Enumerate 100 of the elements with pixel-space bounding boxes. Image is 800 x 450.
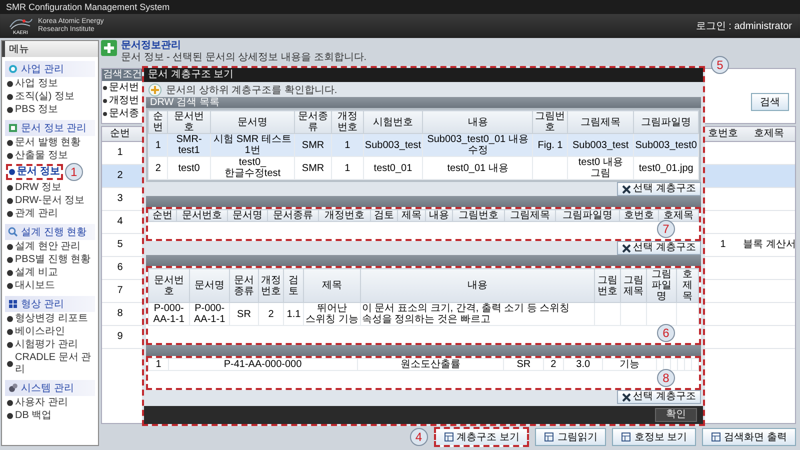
- column-header: 제목: [398, 210, 426, 222]
- column-header: 문서종류: [294, 110, 332, 134]
- select-hierarchy-button[interactable]: 선택 계층구조: [617, 390, 701, 404]
- column-header: 호번호: [619, 210, 659, 222]
- table-cell[interactable]: 4: [102, 211, 138, 234]
- column-header: 문서번호: [168, 110, 210, 134]
- group-label: 시스템 관리: [21, 382, 74, 395]
- callout-number: 7: [657, 220, 675, 238]
- group-label: 형상 관리: [21, 298, 64, 311]
- sidebar-item[interactable]: 관계 관리: [6, 208, 59, 220]
- toolbar-button[interactable]: 검색화면 출력: [702, 428, 796, 446]
- column-header: 문서명: [210, 110, 295, 134]
- bullet-icon: [7, 316, 13, 322]
- toolbar-button[interactable]: 계층구조 보기: [434, 427, 530, 447]
- bullet-icon: [7, 400, 13, 406]
- sidebar-item[interactable]: PBS별 진행 현황: [6, 254, 92, 266]
- bullet-icon: [7, 81, 13, 87]
- table-cell: SMR-test1: [168, 134, 210, 156]
- table-cell[interactable]: 8: [102, 303, 138, 326]
- sidebar-item[interactable]: 대시보드: [6, 280, 56, 292]
- dialog-title: 문서 계층구조 보기: [144, 68, 703, 82]
- column-header: 그림파일명: [634, 110, 698, 134]
- table-cell: test0_01.jpg: [634, 156, 698, 180]
- sidebar-item[interactable]: 조직(실) 정보: [6, 91, 76, 103]
- panel-title: 검색조건: [102, 69, 143, 81]
- sidebar-item[interactable]: PBS 정보: [6, 104, 59, 116]
- bullet-icon: [7, 153, 13, 159]
- add-icon: [101, 40, 117, 56]
- ok-button[interactable]: 확인: [655, 408, 697, 422]
- column-header: 그림파일명: [646, 268, 677, 302]
- column-header: 문서명: [189, 268, 230, 302]
- table-cell[interactable]: 9: [102, 326, 138, 349]
- bullet-icon: [7, 107, 13, 113]
- sidebar-item[interactable]: 문서 발행 현황: [6, 137, 82, 149]
- column-header: 내용: [422, 110, 533, 134]
- group-icon: [8, 64, 18, 74]
- sidebar-item[interactable]: DRW 정보: [6, 182, 62, 194]
- callout-number: 5: [711, 56, 729, 74]
- bullet-icon: [7, 329, 13, 335]
- table-cell[interactable]: 5: [102, 234, 138, 257]
- sidebar-item[interactable]: 산출물 정보: [6, 150, 69, 162]
- table-cell: test0_01: [363, 156, 423, 180]
- column-header: 순번: [148, 210, 176, 222]
- sidebar-item[interactable]: DRW-문서 정보: [6, 195, 86, 207]
- bullet-icon: [7, 244, 13, 250]
- table-cell[interactable]: 7: [102, 280, 138, 303]
- table-cell: 2: [258, 302, 284, 326]
- sidebar-item[interactable]: 베이스라인: [6, 326, 66, 338]
- sidebar-item[interactable]: 형상변경 리포트: [6, 313, 89, 325]
- add-icon: [148, 82, 162, 96]
- sidebar-item[interactable]: DB 백업: [6, 410, 53, 422]
- column-header: 시험번호: [363, 110, 423, 134]
- select-hierarchy-button[interactable]: 선택 계층구조: [617, 182, 701, 196]
- search-label: 문서종: [109, 107, 139, 120]
- group-label: 설계 진행 현황: [21, 226, 87, 239]
- table-cell[interactable]: 6: [102, 257, 138, 280]
- sidebar-item[interactable]: 설계 비교: [6, 267, 59, 279]
- table-cell: SMR: [294, 156, 332, 180]
- search-label: 문서번: [109, 81, 139, 94]
- table-cell[interactable]: 2: [102, 165, 138, 188]
- table-cell: 1.1: [284, 302, 304, 326]
- callout-number: 8: [657, 369, 675, 387]
- select-hierarchy-button[interactable]: 선택 계층구조: [617, 241, 701, 255]
- callout-number: 1: [64, 163, 83, 181]
- menu-group[interactable]: 형상 관리: [5, 296, 95, 312]
- table-cell: P-000-AA-1-1: [189, 302, 230, 326]
- column-header: 문서명: [228, 210, 268, 222]
- menu-group[interactable]: 설계 진행 현황: [5, 224, 95, 240]
- column-header: 그림번호: [532, 110, 568, 134]
- table-cell: [743, 165, 795, 188]
- table-cell: Fig. 1: [532, 134, 568, 156]
- menu-group[interactable]: 문서 정보 관리: [5, 120, 95, 136]
- sidebar-item[interactable]: CRADLE 문서 관리: [6, 352, 98, 376]
- sidebar-item[interactable]: 설계 현안 관리: [6, 241, 82, 253]
- callout-number: 4: [410, 428, 428, 446]
- sidebar-item[interactable]: 사용자 관리: [6, 397, 69, 409]
- toolbar-button[interactable]: 그림읽기: [535, 428, 606, 446]
- table-row[interactable]: 2 test0 test0_한글수정test SMR 1 test0_01 test0_01 내용 test0 내용 그림 test0_01.jpg: [148, 156, 698, 180]
- bullet-icon: [7, 94, 13, 100]
- menu-group[interactable]: 사업 관리: [5, 61, 95, 77]
- bullet-icon: [7, 361, 13, 367]
- bullet-icon: [7, 270, 13, 276]
- column-header: 호번호: [703, 127, 743, 142]
- sidebar-item[interactable]: 사업 정보: [6, 78, 59, 90]
- table-cell: test0_한글수정test: [210, 156, 295, 180]
- column-header: 그림번호: [452, 210, 504, 222]
- column-header: 개정번호: [331, 110, 364, 134]
- toolbar-button[interactable]: 호정보 보기: [612, 428, 696, 446]
- table-cell: test0: [168, 156, 210, 180]
- column-header: 검토: [370, 210, 398, 222]
- group-icon: [8, 227, 18, 237]
- search-label: 개정번: [109, 94, 139, 107]
- menu-group[interactable]: 시스템 관리: [5, 380, 95, 396]
- table-row[interactable]: 1 P-41-AA-000-000 원소도산출률 SR 2 3.0 기능: [148, 358, 698, 370]
- column-header: 그림번호: [594, 268, 621, 302]
- search-button[interactable]: 검색: [751, 93, 789, 111]
- sidebar-item[interactable]: 시험평가 관리: [6, 339, 79, 351]
- bullet-icon: [9, 169, 15, 175]
- table-cell[interactable]: 3: [102, 188, 138, 211]
- bullet-icon: [7, 413, 13, 419]
